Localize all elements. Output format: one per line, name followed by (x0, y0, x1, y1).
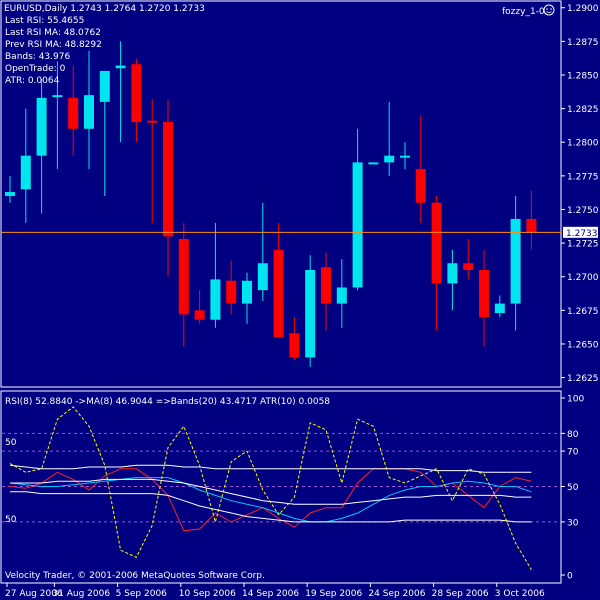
time-tick-label: 10 Sep 2006 (179, 589, 236, 599)
candle-body (400, 155, 410, 158)
price-tick-label: 1.2900 (567, 4, 599, 14)
candle-body (20, 155, 31, 190)
time-tick-label: 14 Sep 2006 (242, 589, 299, 599)
candle-body (84, 95, 94, 129)
info-line: Prev RSI MA: 48.8292 (5, 40, 102, 50)
expert-name: fozzy_1-0 (502, 7, 545, 17)
chart-background (0, 0, 600, 600)
candle-body (305, 269, 316, 358)
candle-body (226, 280, 237, 304)
chart-canvas: 1.2900 1.2875 1.2850 1.2825 1.2800 1.2775 1.27… (0, 0, 600, 600)
candle-body (384, 155, 395, 163)
time-tick-label: 28 Sep 2006 (432, 589, 489, 599)
candle-body (273, 249, 284, 338)
symbol-line: EURUSD,Daily 1.2743 1.2764 1.2720 1.2733 (4, 4, 205, 14)
price-tick-label: 1.2850 (567, 71, 599, 81)
indicator-left-label-lower: 50 (5, 515, 17, 525)
current-price-tag: 1.2733 (563, 226, 598, 239)
candle-body (463, 263, 474, 270)
indicator-tick-label: 100 (567, 395, 584, 405)
price-tick-label: 1.2700 (567, 273, 599, 283)
candle-body (99, 70, 110, 102)
candle-body (36, 97, 47, 156)
candle-body (494, 303, 505, 314)
price-tick-label: 1.2875 (567, 38, 599, 48)
candle-body (210, 279, 221, 320)
candle-body (68, 97, 79, 129)
price-tick-label: 1.2675 (567, 307, 599, 317)
indicator-tick-label: 70 (567, 448, 579, 458)
time-tick-label: 31 Aug 2006 (52, 589, 110, 599)
info-line: Last RSI MA: 48.0762 (5, 28, 101, 38)
candle-body (368, 162, 379, 165)
candle-body (163, 122, 173, 237)
price-tick-label: 1.2625 (567, 374, 599, 384)
candle-body (178, 239, 189, 315)
info-line: OpenTrade: 0 (5, 64, 66, 74)
price-tick-label: 1.2825 (567, 105, 599, 115)
indicator-left-label-upper: 50 (5, 438, 17, 448)
candle-body (115, 65, 126, 69)
candle-body (147, 120, 158, 123)
copyright-text: Velocity Trader, © 2001-2006 MetaQuotes … (5, 571, 265, 581)
candle-body (447, 263, 458, 284)
price-tick-label: 1.2750 (567, 206, 599, 216)
price-tick-label: 1.2650 (567, 340, 599, 350)
price-tick-label: 1.2800 (567, 139, 599, 149)
candle-body (257, 263, 268, 291)
candle-body (289, 333, 300, 358)
info-line: ATR: 0.0064 (5, 76, 60, 86)
time-tick-label: 19 Sep 2006 (305, 589, 362, 599)
candle-body (321, 267, 331, 304)
current-price-label: 1.2733 (566, 229, 598, 239)
indicator-title: RSI(8) 52.8840 ->MA(8) 46.9044 =>Bands(2… (5, 397, 330, 407)
candle-body (194, 310, 205, 320)
info-line: Bands: 43.976 (5, 52, 70, 62)
time-tick-label: 5 Sep 2006 (116, 589, 168, 599)
candle-body (131, 64, 142, 123)
candle-body (52, 95, 63, 98)
candle-body (5, 191, 15, 197)
indicator-tick-label: 0 (567, 572, 573, 582)
indicator-tick-label: 30 (567, 518, 579, 528)
candle-body (479, 269, 489, 318)
indicator-tick-label: 50 (567, 483, 579, 493)
candle-body (415, 169, 426, 203)
candle-body (336, 287, 347, 304)
candle-body (352, 162, 363, 288)
candle-body (242, 280, 252, 304)
candle-body (526, 218, 537, 233)
indicator-tick-label: 80 (567, 430, 579, 440)
price-tick-label: 1.2725 (567, 240, 599, 250)
candle-body (431, 202, 442, 284)
info-line: Last RSI: 55.4655 (5, 16, 84, 26)
price-tick-label: 1.2775 (567, 172, 599, 182)
candle-body (510, 218, 521, 304)
time-tick-label: 24 Sep 2006 (368, 589, 425, 599)
time-tick-label: 3 Oct 2006 (495, 589, 545, 599)
